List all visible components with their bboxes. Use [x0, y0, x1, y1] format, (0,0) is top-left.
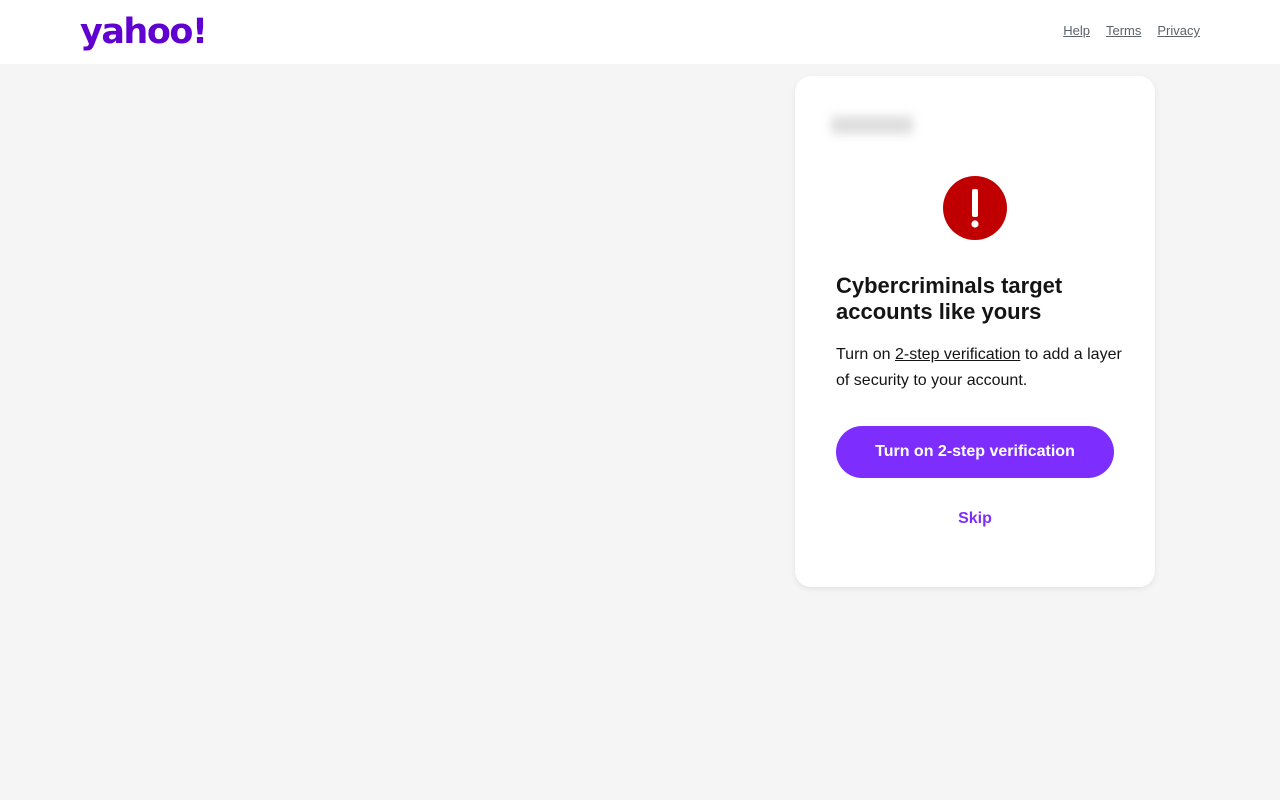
description-prefix: Turn on	[836, 346, 895, 363]
terms-link[interactable]: Terms	[1106, 23, 1141, 39]
yahoo-logo[interactable]: yahoo!	[80, 10, 208, 54]
security-description: Turn on 2-step verification to add a lay…	[836, 342, 1126, 394]
exclamation-circle-icon	[943, 176, 1007, 240]
page-title: Cybercriminals target accounts like your…	[836, 273, 1063, 324]
turn-on-2-step-button[interactable]: Turn on 2-step verification	[836, 426, 1114, 478]
privacy-link[interactable]: Privacy	[1157, 23, 1200, 39]
help-link[interactable]: Help	[1063, 23, 1090, 39]
top-header: yahoo! Help Terms Privacy	[0, 0, 1280, 64]
header-nav: Help Terms Privacy	[1063, 23, 1200, 39]
security-prompt-card: Cybercriminals target accounts like your…	[795, 76, 1155, 587]
skip-button[interactable]: Skip	[935, 507, 1015, 531]
two-step-verification-link[interactable]: 2-step verification	[895, 346, 1020, 363]
blurred-account-name	[831, 116, 913, 134]
